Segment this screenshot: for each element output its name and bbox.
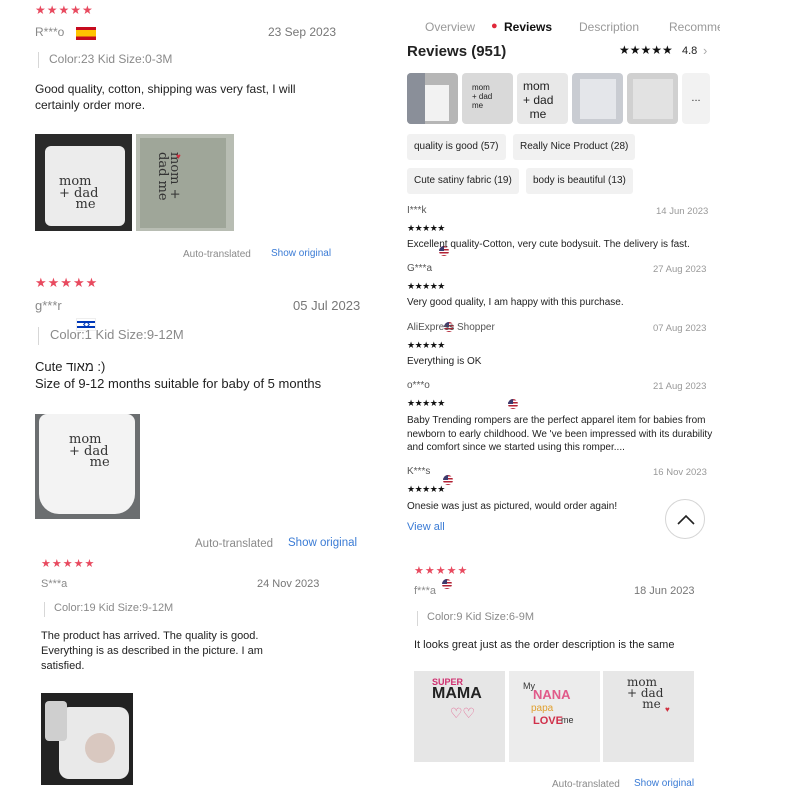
flag-spain-icon xyxy=(76,27,96,41)
review-tag-chip[interactable]: Cute satiny fabric (19) xyxy=(407,168,519,194)
review-text: Cute מאוד :) xyxy=(35,359,106,374)
review-photo[interactable]: mom + dad me xyxy=(35,414,140,519)
reviewer-name: R***o xyxy=(35,25,65,39)
review-photo[interactable]: SUPER MAMA ♡♡ xyxy=(414,671,505,762)
tab-reviews[interactable]: Reviews xyxy=(504,20,552,34)
review-thumbnail[interactable]: mom + dad me xyxy=(517,73,568,124)
review-thumbnail[interactable] xyxy=(627,73,678,124)
review-tag-chip[interactable]: quality is good (57) xyxy=(407,134,506,160)
review-photo[interactable]: mom + dad me xyxy=(35,134,132,231)
variant-info: Color:9 Kid Size:6-9M xyxy=(417,611,534,626)
show-original-link[interactable]: Show original xyxy=(288,537,357,549)
reviewer-name: f***a xyxy=(414,585,437,597)
review-text: The product has arrived. The quality is … xyxy=(41,630,263,672)
rating-stars: ★★★★★ xyxy=(414,565,469,577)
review-photo[interactable]: My NANA papa LOVE me xyxy=(509,671,600,762)
pin-icon: ● xyxy=(491,20,498,32)
review-card: ★★★★★ R***o 23 Sep 2023 Color:23 Kid Siz… xyxy=(0,0,800,260)
review-date: 07 Aug 2023 xyxy=(653,323,707,334)
tab-recommend[interactable]: Recomme xyxy=(669,20,720,34)
review-photo[interactable]: mom + dad me ♥ xyxy=(136,134,234,231)
average-rating: 4.8 xyxy=(682,45,698,57)
variant-info: Color:19 Kid Size:9-12M xyxy=(44,602,173,617)
flag-us-icon xyxy=(508,398,518,409)
review-text: Very good quality, I am happy with this … xyxy=(407,297,624,308)
reviewer-name: o***o xyxy=(407,380,430,391)
reviewer-name: g***r xyxy=(35,298,62,313)
review-date: 21 Aug 2023 xyxy=(653,381,707,392)
review-text: Excellent quality-Cotton, very cute body… xyxy=(407,239,690,250)
review-date: 18 Jun 2023 xyxy=(634,585,695,597)
reviews-title: Reviews (951) xyxy=(407,43,507,60)
chevron-up-icon xyxy=(677,514,695,525)
review-text: Baby Trending rompers are the perfect ap… xyxy=(407,415,713,453)
review-photo[interactable]: mom + dad me ♥ xyxy=(603,671,694,762)
view-all-link[interactable]: View all xyxy=(407,521,445,533)
review-text: It looks great just as the order descrip… xyxy=(414,639,675,651)
review-text: Size of 9-12 months suitable for baby of… xyxy=(35,376,322,391)
variant-info: Color:23 Kid Size:0-3M xyxy=(38,52,172,68)
review-text: Everything is OK xyxy=(407,356,482,367)
review-tag-chip[interactable]: Really Nice Product (28) xyxy=(513,134,636,160)
more-photos-button[interactable]: ... xyxy=(682,73,710,124)
auto-translated-label: Auto-translated xyxy=(183,249,251,260)
auto-translated-label: Auto-translated xyxy=(195,538,273,550)
rating-stars: ★★★★★ xyxy=(407,484,445,494)
chevron-right-icon[interactable]: › xyxy=(703,43,707,58)
review-date: 27 Aug 2023 xyxy=(653,264,707,275)
reviewer-name: AliExpress Shopper xyxy=(407,322,495,333)
tab-overview[interactable]: Overview xyxy=(425,20,475,34)
reviewer-name: I***k xyxy=(407,205,427,216)
auto-translated-label: Auto-translated xyxy=(552,779,620,790)
tab-description[interactable]: Description xyxy=(579,20,639,34)
reviewer-name: K***s xyxy=(407,466,431,477)
review-photo[interactable] xyxy=(41,693,133,785)
show-original-link[interactable]: Show original xyxy=(271,248,331,259)
review-thumbnail[interactable]: mom + dad me xyxy=(462,73,513,124)
review-thumbnail[interactable] xyxy=(407,73,458,124)
reviewer-name: G***a xyxy=(407,263,433,274)
review-date: 14 Jun 2023 xyxy=(656,206,709,217)
variant-info: Color:1 Kid Size:9-12M xyxy=(38,327,184,345)
review-thumbnail[interactable] xyxy=(572,73,623,124)
rating-stars: ★★★★★ xyxy=(41,558,96,570)
rating-stars: ★★★★★ xyxy=(407,398,445,408)
rating-stars: ★★★★★ xyxy=(35,275,99,290)
review-text: Onesie was just as pictured, would order… xyxy=(407,501,618,512)
rating-stars: ★★★★★ xyxy=(35,3,94,17)
review-date: 23 Sep 2023 xyxy=(268,25,337,39)
reviewer-name: S***a xyxy=(41,578,68,590)
scroll-to-top-button[interactable] xyxy=(665,499,705,539)
rating-stars: ★★★★★ xyxy=(407,281,445,291)
review-tag-chip[interactable]: body is beautiful (13) xyxy=(526,168,633,194)
review-date: 16 Nov 2023 xyxy=(653,467,707,478)
rating-stars: ★★★★★ xyxy=(407,340,445,350)
flag-us-icon xyxy=(442,578,452,589)
rating-stars: ★★★★★ xyxy=(619,43,673,57)
review-date: 05 Jul 2023 xyxy=(293,298,361,313)
review-date: 24 Nov 2023 xyxy=(257,578,320,590)
rating-stars: ★★★★★ xyxy=(407,223,445,233)
review-text: Good quality, cotton, shipping was very … xyxy=(35,82,296,112)
show-original-link[interactable]: Show original xyxy=(634,778,694,789)
